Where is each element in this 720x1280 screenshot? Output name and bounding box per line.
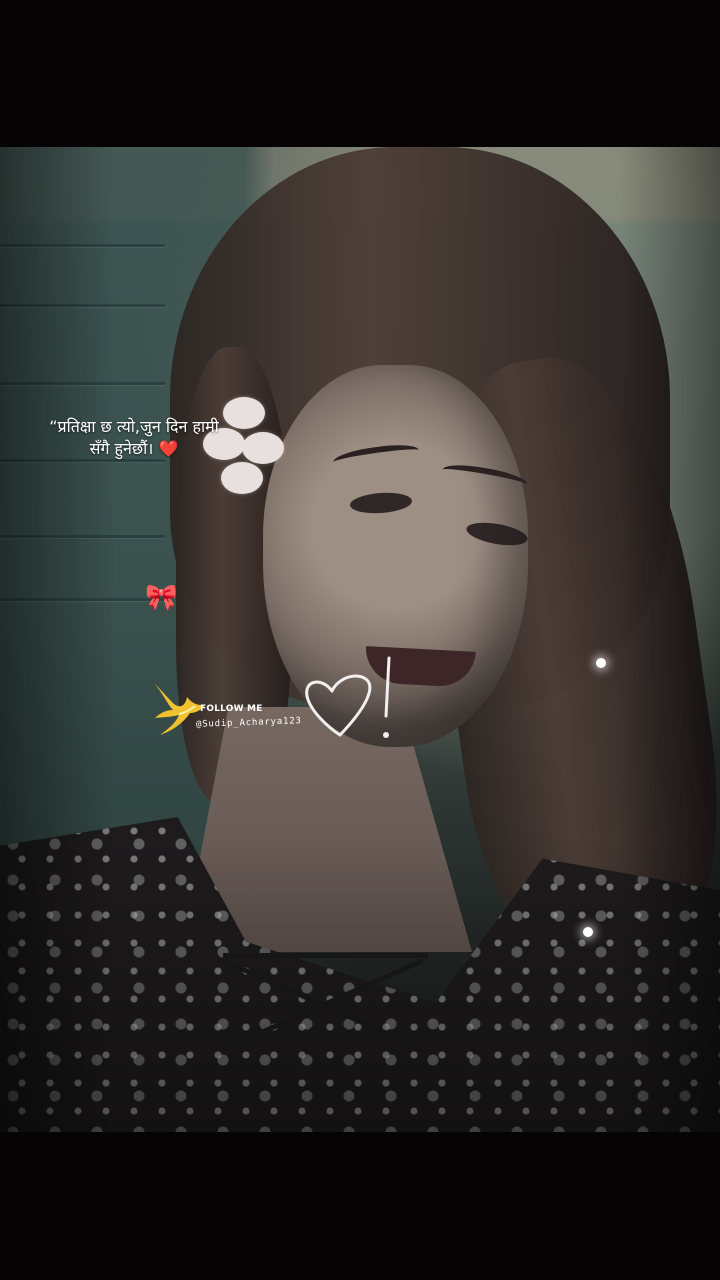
background-shutter-slat xyxy=(0,244,165,247)
background-shutter-slat xyxy=(0,598,165,601)
background-shutter-slat xyxy=(0,535,165,538)
red-heart-emoji: ❤️ xyxy=(158,439,179,458)
background-shutter-slat xyxy=(0,304,165,307)
follow-watermark: FOLLOW ME @Sudip_Acharya123 xyxy=(151,679,311,737)
sparkle-dot xyxy=(596,658,606,668)
heart-exclamation-icon xyxy=(305,656,391,738)
background-shutter-slat xyxy=(0,382,165,385)
flower-petal xyxy=(242,432,284,464)
caption-line-1: “प्रतिक्षा छ त्यो,जुन दिन हामी xyxy=(49,417,219,436)
story-caption: “प्रतिक्षा छ त्यो,जुन दिन हामी सँगै हुने… xyxy=(24,416,244,460)
sparkle-dot xyxy=(583,927,593,937)
story-screen: “प्रतिक्षा छ त्यो,जुन दिन हामी सँगै हुने… xyxy=(0,0,720,1280)
creator-handle: @Sudip_Acharya123 xyxy=(195,716,302,730)
caption-line-2-text: सँगै हुनेछौं। xyxy=(89,439,154,458)
flower-petal xyxy=(221,462,263,494)
portrait-photo xyxy=(0,147,720,1132)
pink-bow-sticker: 🎀 xyxy=(145,583,178,613)
caption-line-2: सँगै हुनेछौं। ❤️ xyxy=(24,438,244,460)
follow-me-text: FOLLOW ME xyxy=(200,704,263,714)
lace-neckline xyxy=(223,953,428,1108)
